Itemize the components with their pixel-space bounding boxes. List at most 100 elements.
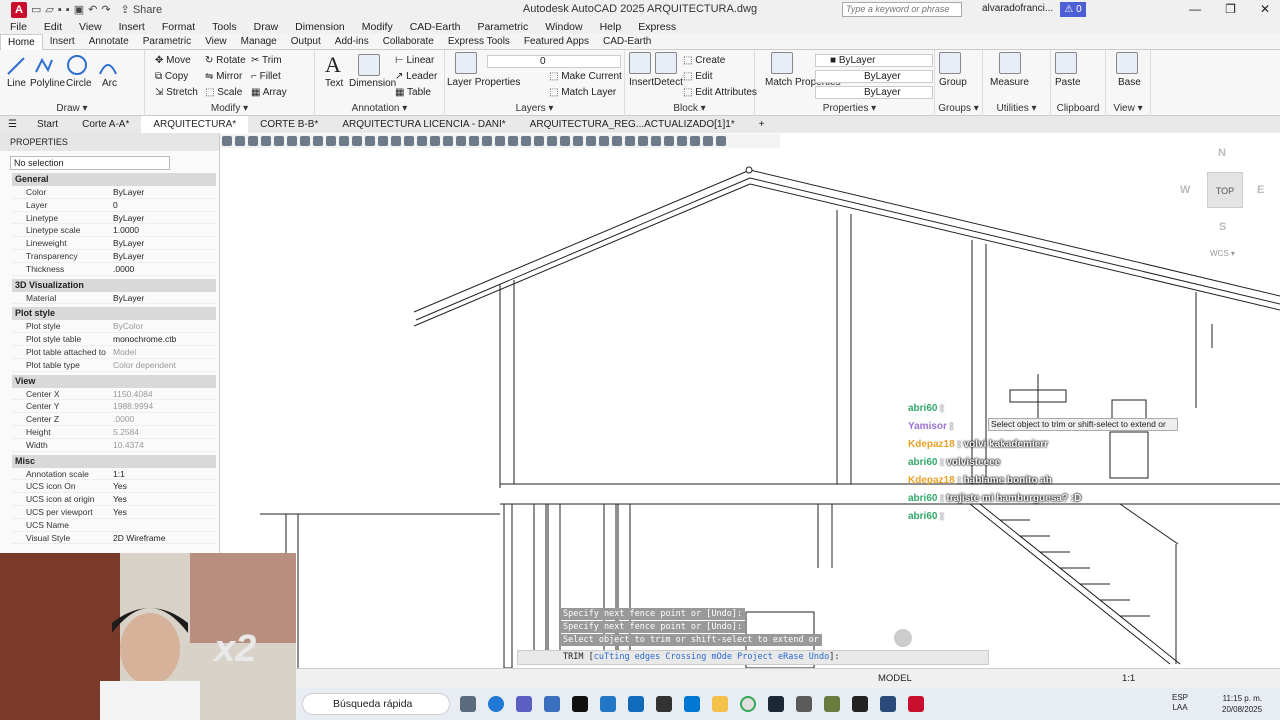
property-row[interactable]: Color ByLayer [12,186,216,199]
chrome-icon[interactable] [740,696,756,712]
app-icon[interactable] [656,696,672,712]
share-button[interactable]: ⇪ Share [121,3,163,16]
tab-collaborate[interactable]: Collaborate [376,34,441,50]
property-value[interactable]: ByColor [113,320,216,332]
panel-title-modify[interactable]: Modify ▾ [145,103,314,114]
panel-title-block[interactable]: Block ▾ [625,103,754,114]
panel-title-clipboard[interactable]: Clipboard [1051,103,1105,114]
toolbar-tool-icon[interactable] [625,136,635,146]
toolbar-tool-icon[interactable] [508,136,518,146]
word-icon[interactable] [600,696,616,712]
cmd-option[interactable]: Crossing [665,652,706,662]
alert-badge[interactable]: ⚠ 0 [1060,2,1086,17]
property-value[interactable]: Yes [113,480,216,492]
maximize-icon[interactable]: ❐ [1225,2,1236,16]
property-value[interactable]: Yes [113,506,216,518]
property-row[interactable]: Height 5.2584 [12,426,216,439]
toolbar-tool-icon[interactable] [469,136,479,146]
hamburger-icon[interactable]: ☰ [0,116,25,133]
outlook-icon[interactable] [628,696,644,712]
app-icon[interactable] [796,696,812,712]
toolbar-tool-icon[interactable] [313,136,323,146]
tiktok-icon[interactable] [572,696,588,712]
tab-cad-earth[interactable]: CAD-Earth [596,34,658,50]
paste-icon[interactable] [1055,52,1077,74]
messenger-icon[interactable] [684,696,700,712]
selection-dropdown[interactable]: No selection [10,156,170,170]
stretch-button[interactable]: ⇲ Stretch [155,87,198,98]
menu-file[interactable]: File [10,21,27,33]
measure-icon[interactable] [999,52,1021,74]
doc-tab-arquitectura-reg[interactable]: ARQUITECTURA_REG...ACTUALIZADO[1]1* [518,116,747,133]
property-section-header[interactable]: View [12,374,216,388]
menu-help[interactable]: Help [600,21,622,33]
toolbar-tool-icon[interactable] [300,136,310,146]
menu-view[interactable]: View [79,21,102,33]
toolbar-tool-icon[interactable] [716,136,726,146]
cmd-option[interactable]: Project [737,652,773,662]
mirror-button[interactable]: ⇋ Mirror [205,71,242,82]
arc-icon[interactable] [98,56,118,76]
panel-title-view[interactable]: View ▾ [1106,103,1150,114]
tab-manage[interactable]: Manage [234,34,284,50]
menu-parametric[interactable]: Parametric [477,21,528,33]
taskbar-search[interactable]: Búsqueda rápida [302,693,450,715]
menu-format[interactable]: Format [162,21,195,33]
cmd-option[interactable]: mOde [711,652,731,662]
language-indicator[interactable]: ESP LAA [1172,693,1188,713]
property-value[interactable]: ByLayer [113,292,216,304]
toolbar-tool-icon[interactable] [482,136,492,146]
property-row[interactable]: UCS Name [12,519,216,532]
menu-express[interactable]: Express [638,21,676,33]
clock[interactable]: 11:15 p. m. 20/08/2025 [1222,693,1262,715]
measure-button[interactable]: Measure [990,77,1029,88]
property-row[interactable]: Center Y 1988.9994 [12,400,216,414]
property-value[interactable]: 2D Wireframe [113,532,216,544]
property-value[interactable]: 1.0000 [113,224,216,236]
match-layer-button[interactable]: ⬚ Match Layer [549,87,616,98]
save-as-icon[interactable]: ▪ [66,4,70,16]
tab-add-ins[interactable]: Add-ins [328,34,376,50]
doc-tab-arquitectura-licencia[interactable]: ARQUITECTURA LICENCIA - DANI* [330,116,517,133]
toolbar-tool-icon[interactable] [378,136,388,146]
property-row[interactable]: Plot table type Color dependent [12,359,216,372]
move-button[interactable]: ✥ Move [155,55,191,66]
toolbar-tool-icon[interactable] [599,136,609,146]
layer-properties-button[interactable]: Layer Properties [447,77,520,88]
doc-tab-arquitectura[interactable]: ARQUITECTURA* [141,116,249,133]
panel-title-utilities[interactable]: Utilities ▾ [983,103,1050,114]
autocad-taskbar-icon[interactable] [908,696,924,712]
task-view-icon[interactable] [460,696,476,712]
group-button[interactable]: Group [939,77,967,88]
property-row[interactable]: Annotation scale 1:1 [12,468,216,481]
save-icon[interactable]: ▪ [58,4,62,16]
insert-block-icon[interactable] [629,52,651,74]
doc-tab-corte-b[interactable]: CORTE B-B* [248,116,330,133]
property-row[interactable]: Plot table attached to Model [12,346,216,359]
property-row[interactable]: UCS icon On Yes [12,480,216,494]
cmd-option[interactable]: eRase [778,652,804,662]
roof-apex-grip[interactable] [745,166,753,174]
toolbar-tool-icon[interactable] [651,136,661,146]
toolbar-tool-icon[interactable] [573,136,583,146]
property-section-header[interactable]: General [12,173,216,186]
cmd-option[interactable]: cuTting edges [594,652,661,662]
panel-title-draw[interactable]: Draw ▾ [0,103,144,114]
match-properties-icon[interactable] [771,52,793,74]
line-icon[interactable] [6,56,26,76]
property-row[interactable]: Linetype ByLayer [12,212,216,225]
toolbar-tool-icon[interactable] [664,136,674,146]
linear-button[interactable]: ⊢ Linear [395,55,434,66]
doc-tab-corte-a[interactable]: Corte A-A* [70,116,141,133]
command-line[interactable]: TRIM [cuTting edges Crossing mOde Projec… [517,650,989,665]
tab-featured-apps[interactable]: Featured Apps [517,34,596,50]
tab-output[interactable]: Output [284,34,328,50]
panel-title-groups[interactable]: Groups ▾ [935,103,982,114]
doc-tab-start[interactable]: Start [25,116,70,133]
paste-button[interactable]: Paste [1055,77,1081,88]
tab-parametric[interactable]: Parametric [136,34,198,50]
toolbar-tool-icon[interactable] [638,136,648,146]
property-value[interactable]: monochrome.ctb [113,333,216,345]
toolbar-tool-icon[interactable] [703,136,713,146]
dimension-icon[interactable] [358,54,380,76]
